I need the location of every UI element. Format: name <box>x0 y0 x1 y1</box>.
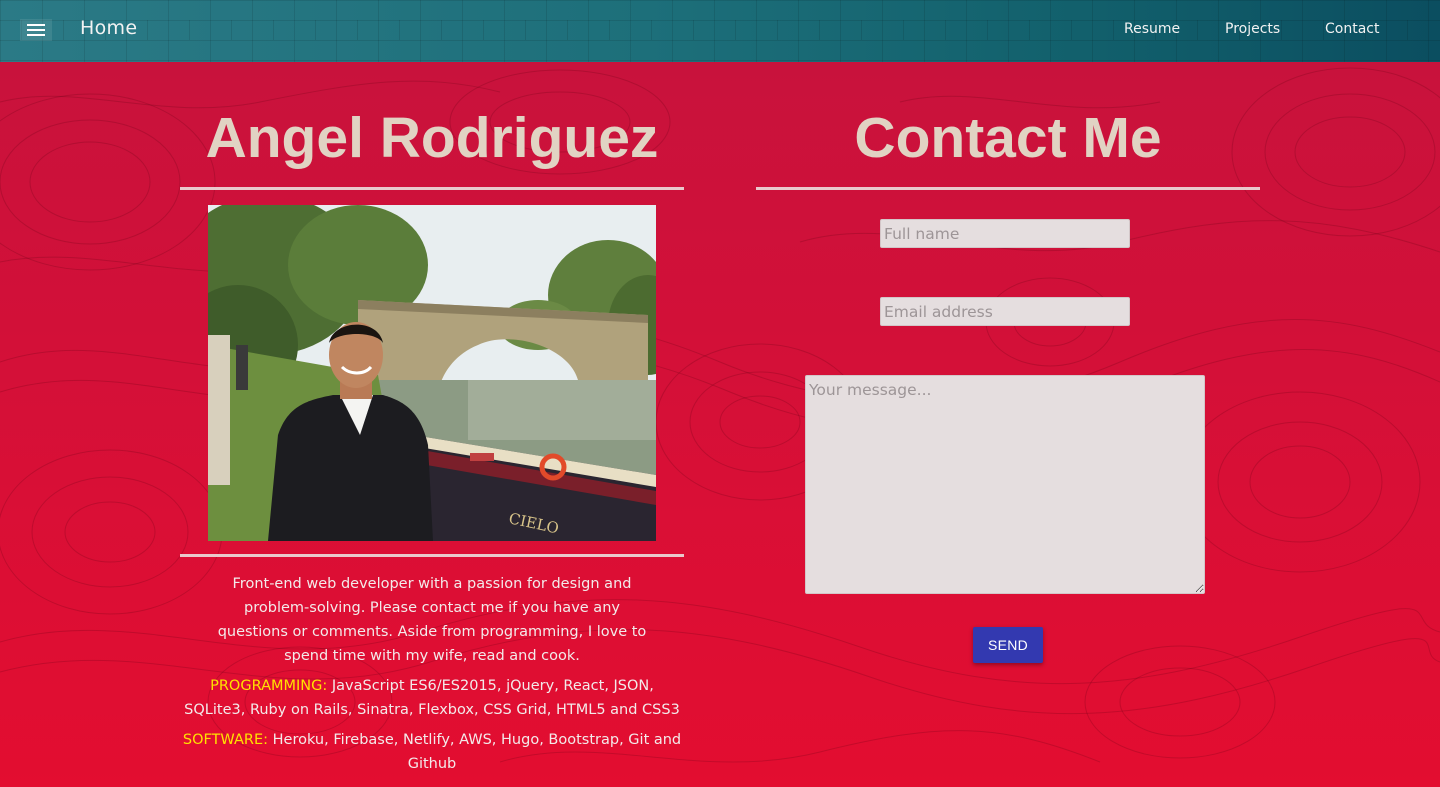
nav-link-contact[interactable]: Contact <box>1325 21 1379 37</box>
full-name-input[interactable] <box>880 219 1130 248</box>
profile-photo-illustration: CIELO <box>208 205 656 541</box>
software-label: SOFTWARE: <box>182 732 269 748</box>
header-brick-pattern-offset <box>0 20 1440 40</box>
photo-divider <box>180 554 684 557</box>
home-link[interactable]: Home <box>80 17 137 39</box>
contact-heading: Contact Me <box>854 106 1162 170</box>
nav-link-projects[interactable]: Projects <box>1225 21 1280 37</box>
profile-photo: CIELO <box>208 205 656 541</box>
software-skills: SOFTWARE: Heroku, Firebase, Netlify, AWS… <box>180 728 684 776</box>
bio-paragraph: Front-end web developer with a passion f… <box>217 576 647 664</box>
contact-divider <box>756 187 1260 190</box>
profile-name-heading: Angel Rodriguez <box>205 106 659 170</box>
top-nav-bar: Home Resume Projects Contact <box>0 0 1440 62</box>
message-textarea[interactable] <box>805 375 1205 594</box>
send-button[interactable]: SEND <box>973 627 1043 663</box>
name-divider <box>180 187 684 190</box>
software-text: Heroku, Firebase, Netlify, AWS, Hugo, Bo… <box>272 732 682 772</box>
nav-link-resume[interactable]: Resume <box>1124 21 1180 37</box>
programming-skills: PROGRAMMING: JavaScript ES6/ES2015, jQue… <box>180 674 684 722</box>
programming-label: PROGRAMMING: <box>210 678 328 694</box>
hamburger-menu-icon[interactable] <box>20 19 52 41</box>
email-address-input[interactable] <box>880 297 1130 326</box>
